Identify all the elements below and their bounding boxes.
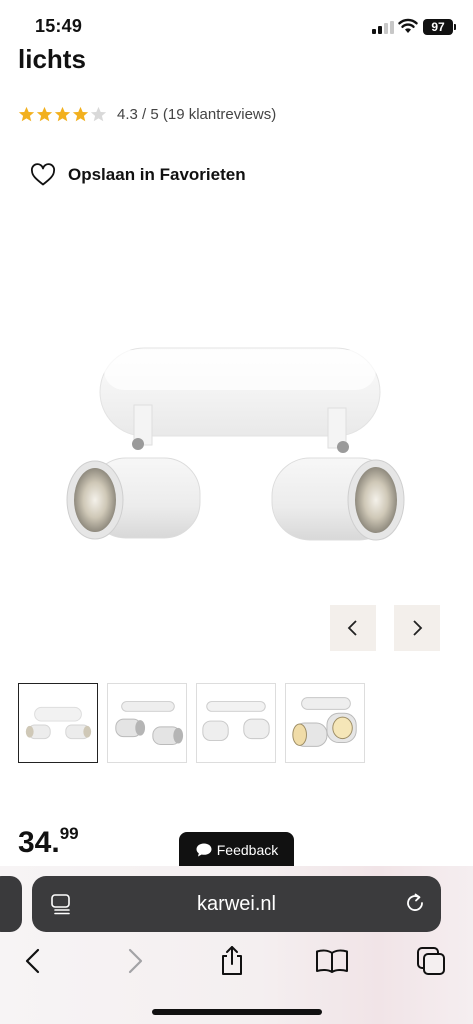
heart-icon [31,163,55,186]
reload-icon[interactable] [403,891,427,915]
book-icon [316,949,348,973]
chat-bubble-icon [196,843,212,857]
browser-bottom-bar: karwei.nl [0,866,473,1024]
status-time: 15:49 [35,16,83,36]
back-button[interactable] [16,944,50,978]
star-icon [72,106,89,122]
forward-button[interactable] [118,944,152,978]
price-whole: 34. [18,826,60,859]
star-rating [18,106,107,123]
save-favorite-label: Opslaan in Favorieten [68,165,246,184]
thumbnail-3[interactable] [196,683,276,763]
thumbnail-2[interactable] [107,683,187,763]
feedback-label: Feedback [216,842,279,858]
gallery-prev-button[interactable] [330,605,376,651]
cellular-signal-icon [372,21,394,34]
price-cents: 99 [59,824,79,843]
thumbnail-image [115,701,184,745]
wifi-icon [398,18,418,33]
save-favorite-button[interactable]: Opslaan in Favorieten [30,163,246,187]
thumbnail-image [202,701,270,742]
star-empty-icon [90,106,107,122]
chevron-left-icon [347,620,357,636]
tabs-button[interactable] [414,944,448,978]
star-icon [18,106,35,122]
thumbnail-image [25,706,92,740]
star-icon [36,106,53,122]
thumbnail-4[interactable] [285,683,365,763]
share-icon [222,946,242,975]
star-icon [54,106,71,122]
home-indicator[interactable] [152,1009,322,1015]
tabs-icon [417,947,445,975]
chevron-right-icon [128,948,143,974]
share-button[interactable] [215,944,249,978]
product-title: lichts [18,44,86,73]
thumbnail-1[interactable] [18,683,98,763]
thumbnail-image [292,697,357,747]
feedback-button[interactable]: Feedback [179,832,294,868]
rating[interactable]: 4.3 / 5 (19 klantreviews) [18,106,276,123]
previous-tab-preview[interactable] [0,876,22,932]
url-text[interactable]: karwei.nl [32,893,441,916]
gallery-next-button[interactable] [394,605,440,651]
product-image[interactable] [40,320,440,580]
rating-text: 4.3 / 5 (19 klantreviews) [117,106,277,123]
price: 34.99 [18,824,79,860]
battery-icon: 97 [423,19,456,35]
chevron-right-icon [413,620,423,636]
chevron-left-icon [25,948,40,974]
bookmarks-button[interactable] [315,944,349,978]
thumbnail-strip [18,683,365,763]
address-bar[interactable]: karwei.nl [32,876,441,932]
